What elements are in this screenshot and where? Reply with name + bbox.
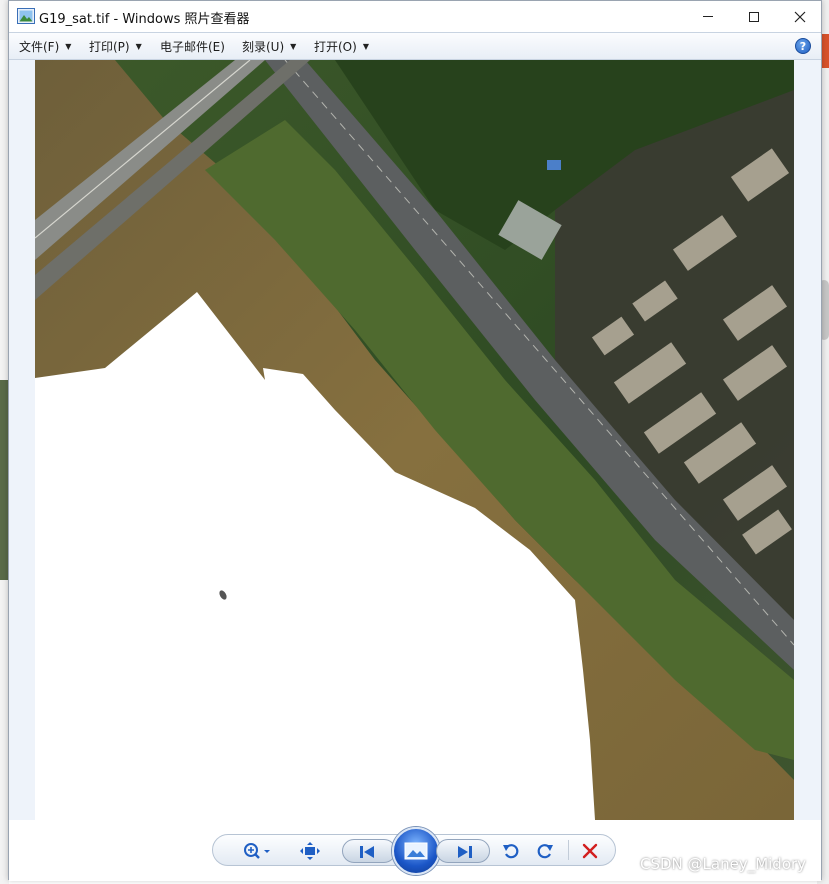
chevron-down-icon: ▼	[65, 42, 72, 51]
chevron-down-icon: ▼	[290, 42, 297, 51]
menu-email-label: 电子邮件(E)	[160, 40, 225, 54]
slideshow-icon	[404, 842, 428, 860]
title-bar[interactable]: G19_sat.tif - Windows 照片查看器	[9, 1, 821, 32]
menu-file[interactable]: 文件(F) ▼	[19, 33, 71, 60]
next-icon	[458, 846, 472, 858]
previous-button[interactable]	[342, 839, 396, 863]
fit-to-window-icon	[300, 842, 320, 860]
menu-print-label: 打印(P)	[89, 40, 130, 54]
chevron-down-icon: ▼	[135, 42, 142, 51]
rotate-clockwise-button[interactable]	[534, 840, 556, 862]
previous-icon	[360, 846, 374, 858]
menu-open-label: 打开(O)	[314, 40, 357, 54]
chevron-down-icon: ▼	[362, 42, 369, 51]
menu-burn[interactable]: 刻录(U) ▼	[242, 33, 296, 60]
menu-bar: 文件(F) ▼ 打印(P) ▼ 电子邮件(E) 刻录(U) ▼ 打开(O) ▼ ?	[9, 32, 821, 60]
window-title: G19_sat.tif - Windows 照片查看器	[39, 12, 250, 27]
menu-print[interactable]: 打印(P) ▼	[89, 33, 142, 60]
fit-to-window-button[interactable]	[298, 840, 322, 862]
maximize-icon	[749, 11, 759, 22]
next-button[interactable]	[436, 839, 490, 863]
rotate-clockwise-icon	[537, 844, 553, 859]
minimize-icon	[703, 16, 713, 17]
close-window-button[interactable]	[777, 1, 823, 32]
menu-burn-label: 刻录(U)	[242, 40, 285, 54]
help-icon[interactable]: ?	[795, 38, 811, 54]
slideshow-button[interactable]	[392, 827, 440, 875]
delete-button[interactable]	[578, 840, 602, 862]
zoom-icon	[244, 843, 270, 859]
photo-viewer-app-icon	[17, 8, 35, 24]
blue-roof	[547, 160, 561, 170]
close-icon	[794, 11, 806, 22]
rotate-counterclockwise-icon	[503, 844, 519, 859]
photo-viewer-window: G19_sat.tif - Windows 照片查看器 文件(F) ▼ 打印(P)…	[8, 0, 822, 881]
menu-email[interactable]: 电子邮件(E)	[160, 33, 225, 60]
delete-icon	[582, 843, 598, 859]
toolbar-separator	[568, 840, 569, 860]
menu-file-label: 文件(F)	[19, 40, 60, 54]
zoom-button[interactable]	[239, 840, 275, 862]
image-viewing-area	[9, 60, 821, 820]
csdn-watermark: CSDN @Laney_Midory	[640, 855, 807, 873]
rotate-counterclockwise-button[interactable]	[500, 840, 522, 862]
menu-open[interactable]: 打开(O) ▼	[314, 33, 369, 60]
satellite-image[interactable]	[35, 60, 794, 820]
minimize-button[interactable]	[685, 1, 731, 32]
maximize-button[interactable]	[731, 1, 777, 32]
satellite-image-content	[35, 60, 794, 820]
